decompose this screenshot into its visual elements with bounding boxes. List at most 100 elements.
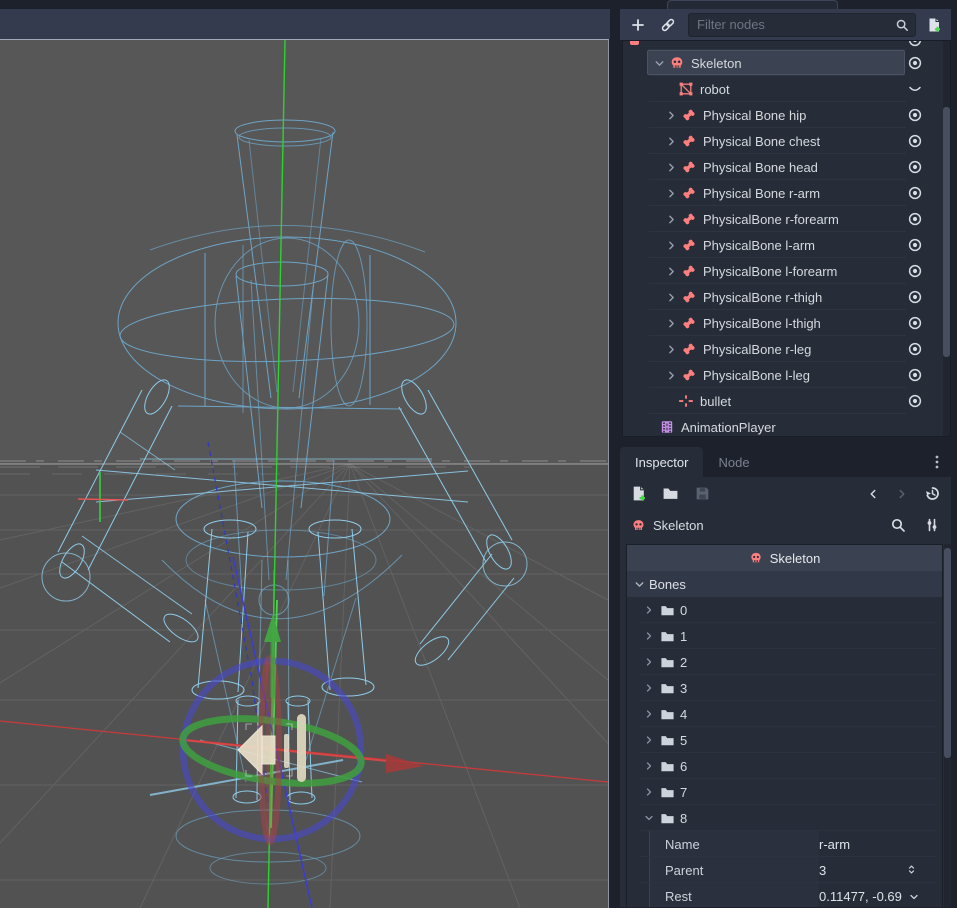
eye-icon[interactable] [907,159,923,175]
node-label: PhysicalBone l-forearm [703,264,837,279]
search-properties-icon[interactable] [890,517,906,533]
eye-icon[interactable] [907,263,923,279]
scrollbar-thumb[interactable] [943,107,950,357]
tree-row-physicalbone-r-leg[interactable]: PhysicalBone r-leg [623,336,950,362]
bone-item-0[interactable]: 0 [627,597,942,623]
resource-header-label: Skeleton [770,551,821,566]
3d-viewport[interactable] [0,39,609,908]
tree-row-physicalbone-l-leg[interactable]: PhysicalBone l-leg [623,362,950,388]
inspector-scrollbar[interactable] [944,544,951,907]
bone-index: 4 [680,707,687,722]
node-label: PhysicalBone l-leg [703,368,810,383]
add-node-button[interactable] [626,13,650,37]
property-label: Parent [665,863,819,878]
instance-scene-button[interactable] [656,13,680,37]
chevron-down-icon[interactable] [653,57,666,70]
tree-row-robot[interactable]: robot [623,76,950,102]
tree-row-physicalbone-r-forearm[interactable]: PhysicalBone r-forearm [623,206,950,232]
rest-value-field[interactable]: 0.11477, -0.69 [819,889,902,904]
parent-value-field[interactable]: 3 [819,863,826,878]
eye-icon[interactable] [907,185,923,201]
new-resource-icon[interactable] [630,485,647,502]
eye-icon[interactable] [907,315,923,331]
physical-bone-icon [681,237,697,253]
name-value-field[interactable]: r-arm [819,837,850,852]
tree-row-physical-bone-chest[interactable]: Physical Bone chest [623,128,950,154]
chevron-right-icon[interactable] [665,291,678,304]
chevron-right-icon[interactable] [665,109,678,122]
history-forward-icon[interactable] [895,487,909,501]
chevron-right-icon[interactable] [665,239,678,252]
animation-player-icon [659,419,675,435]
eye-icon[interactable] [907,133,923,149]
folder-icon [660,733,675,748]
resource-header[interactable]: Skeleton [627,545,942,571]
folder-icon [660,759,675,774]
node-label: robot [700,82,730,97]
eye-closed-icon[interactable] [907,81,923,97]
bone-item-2[interactable]: 2 [627,649,942,675]
tab-node[interactable]: Node [703,447,764,477]
eye-icon[interactable] [907,211,923,227]
category-label: Bones [649,577,686,592]
folder-icon [660,785,675,800]
filter-nodes-box[interactable] [688,13,916,37]
bone-item-3[interactable]: 3 [627,675,942,701]
eye-icon[interactable] [907,40,923,48]
bone-item-1[interactable]: 1 [627,623,942,649]
eye-icon[interactable] [907,289,923,305]
folder-icon [660,707,675,722]
tree-row-physical-bone-hip[interactable]: Physical Bone hip [623,102,950,128]
history-back-icon[interactable] [866,487,880,501]
tree-row-physical-bone-r-arm[interactable]: Physical Bone r-arm [623,180,950,206]
chevron-right-icon[interactable] [665,161,678,174]
edit-history-icon[interactable] [924,485,941,502]
tree-row-physicalbone-l-arm[interactable]: PhysicalBone l-arm [623,232,950,258]
tree-row-physicalbone-l-thigh[interactable]: PhysicalBone l-thigh [623,310,950,336]
bone-item-7[interactable]: 7 [627,779,942,805]
clipped-node-icon [630,40,639,45]
tab-inspector[interactable]: Inspector [620,447,703,477]
eye-icon[interactable] [907,55,923,71]
scrollbar-thumb[interactable] [944,548,951,758]
position-crosshair-icon [678,393,694,409]
filter-nodes-input[interactable] [695,16,895,33]
chevron-right-icon[interactable] [665,369,678,382]
bone-item-6[interactable]: 6 [627,753,942,779]
tree-row-physical-bone-head[interactable]: Physical Bone head [623,154,950,180]
dock-menu-button[interactable] [929,447,945,477]
eye-icon[interactable] [907,237,923,253]
eye-icon[interactable] [907,107,923,123]
node-label: Physical Bone r-arm [703,186,820,201]
bone-item-5[interactable]: 5 [627,727,942,753]
skeleton-skull-icon [749,551,763,565]
tree-row-bullet[interactable]: bullet [623,388,950,414]
tree-row-skeleton[interactable]: Skeleton [623,50,950,76]
bone-index: 8 [680,811,687,826]
tree-row-animationplayer[interactable]: AnimationPlayer [623,414,950,437]
bone-item-8-expanded[interactable]: 8 [627,805,942,831]
chevron-right-icon[interactable] [665,213,678,226]
eye-icon[interactable] [907,341,923,357]
category-bones[interactable]: Bones [627,571,942,597]
chevron-right-icon[interactable] [665,265,678,278]
chevron-right-icon[interactable] [665,343,678,356]
attach-script-button[interactable] [922,13,946,37]
chevron-right-icon[interactable] [665,187,678,200]
eye-icon[interactable] [907,367,923,383]
scene-tree-panel[interactable]: Skeleton robot Physical Bone hip Physica… [622,40,951,437]
chevron-right-icon[interactable] [665,135,678,148]
rest-expand-icon[interactable] [908,891,920,903]
bone-index: 2 [680,655,687,670]
updown-spinner-icon[interactable] [905,863,918,876]
bone-item-4[interactable]: 4 [627,701,942,727]
object-tools-icon[interactable] [924,517,940,533]
save-resource-icon[interactable] [694,485,711,502]
chevron-right-icon[interactable] [665,317,678,330]
tree-row-physicalbone-r-thigh[interactable]: PhysicalBone r-thigh [623,284,950,310]
eye-icon[interactable] [907,393,923,409]
tree-row-physicalbone-l-forearm[interactable]: PhysicalBone l-forearm [623,258,950,284]
scene-tree-scrollbar[interactable] [943,41,950,436]
load-resource-folder-icon[interactable] [662,485,679,502]
viewport-toolbar [0,9,610,39]
